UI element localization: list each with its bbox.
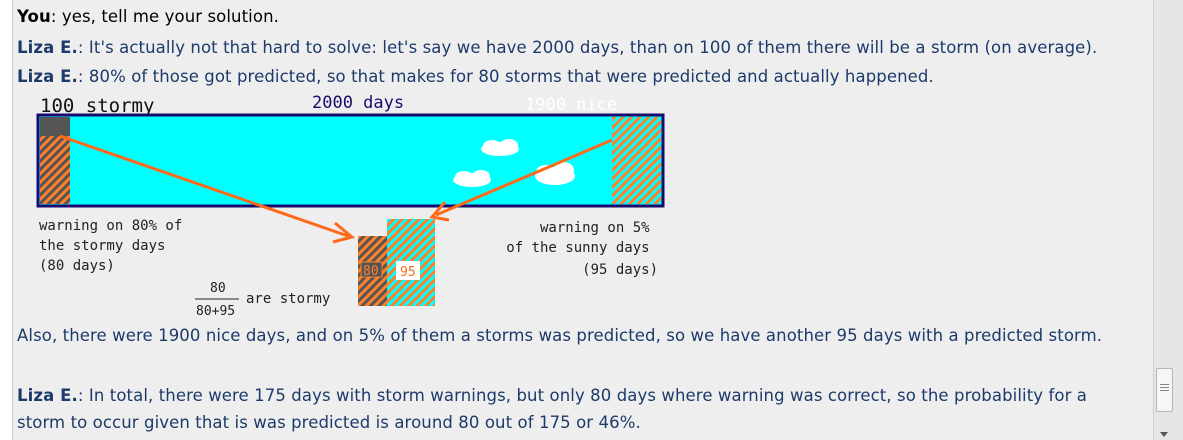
scrollbar-thumb[interactable] (1156, 368, 1173, 412)
speaker-name: Liza E. (17, 67, 78, 86)
fraction-denominator: 80+95 (196, 304, 235, 319)
grip-icon (1160, 384, 1169, 385)
sunny-count: 95 (400, 265, 416, 280)
message-text: : It's actually not that hard to solve: … (77, 38, 1098, 57)
fraction-caption: are stormy (246, 291, 330, 307)
stormy-count: 80 (363, 264, 379, 279)
left-note: warning on 80% of the stormy days (80 da… (39, 218, 191, 274)
scroll-down-arrow-icon[interactable] (1160, 432, 1168, 437)
sunny-warned-hatch (612, 117, 661, 204)
message-text: : yes, tell me your solution. (50, 7, 279, 26)
chat-message-liza-2: Liza E.: 80% of those got predicted, so … (17, 67, 934, 86)
chat-message-continuation: Also, there were 1900 nice days, and on … (17, 326, 1103, 345)
label-nice: 1900 nice (525, 95, 617, 115)
chat-message-you: You: yes, tell me your solution. (17, 7, 279, 26)
storm-probability-diagram: 100 stormy 2000 days 1900 nice warning o… (36, 93, 665, 319)
speaker-name: Liza E. (17, 386, 78, 405)
chat-message-liza-1: Liza E.: It's actually not that hard to … (17, 38, 1097, 57)
stormy-warned-hatch (40, 136, 70, 204)
fraction-numerator: 80 (210, 281, 226, 296)
message-text: : 80% of those got predicted, so that ma… (77, 67, 934, 86)
right-note: warning on 5% of the sunny days (95 days… (506, 220, 658, 278)
left-border (0, 0, 13, 440)
speaker-name: You (17, 7, 51, 26)
chat-message-liza-3: Liza E.: In total, there were 175 days w… (17, 382, 1127, 436)
label-total-days: 2000 days (312, 93, 404, 113)
message-text: : In total, there were 175 days with sto… (17, 386, 1088, 432)
speaker-name: Liza E. (17, 38, 78, 57)
